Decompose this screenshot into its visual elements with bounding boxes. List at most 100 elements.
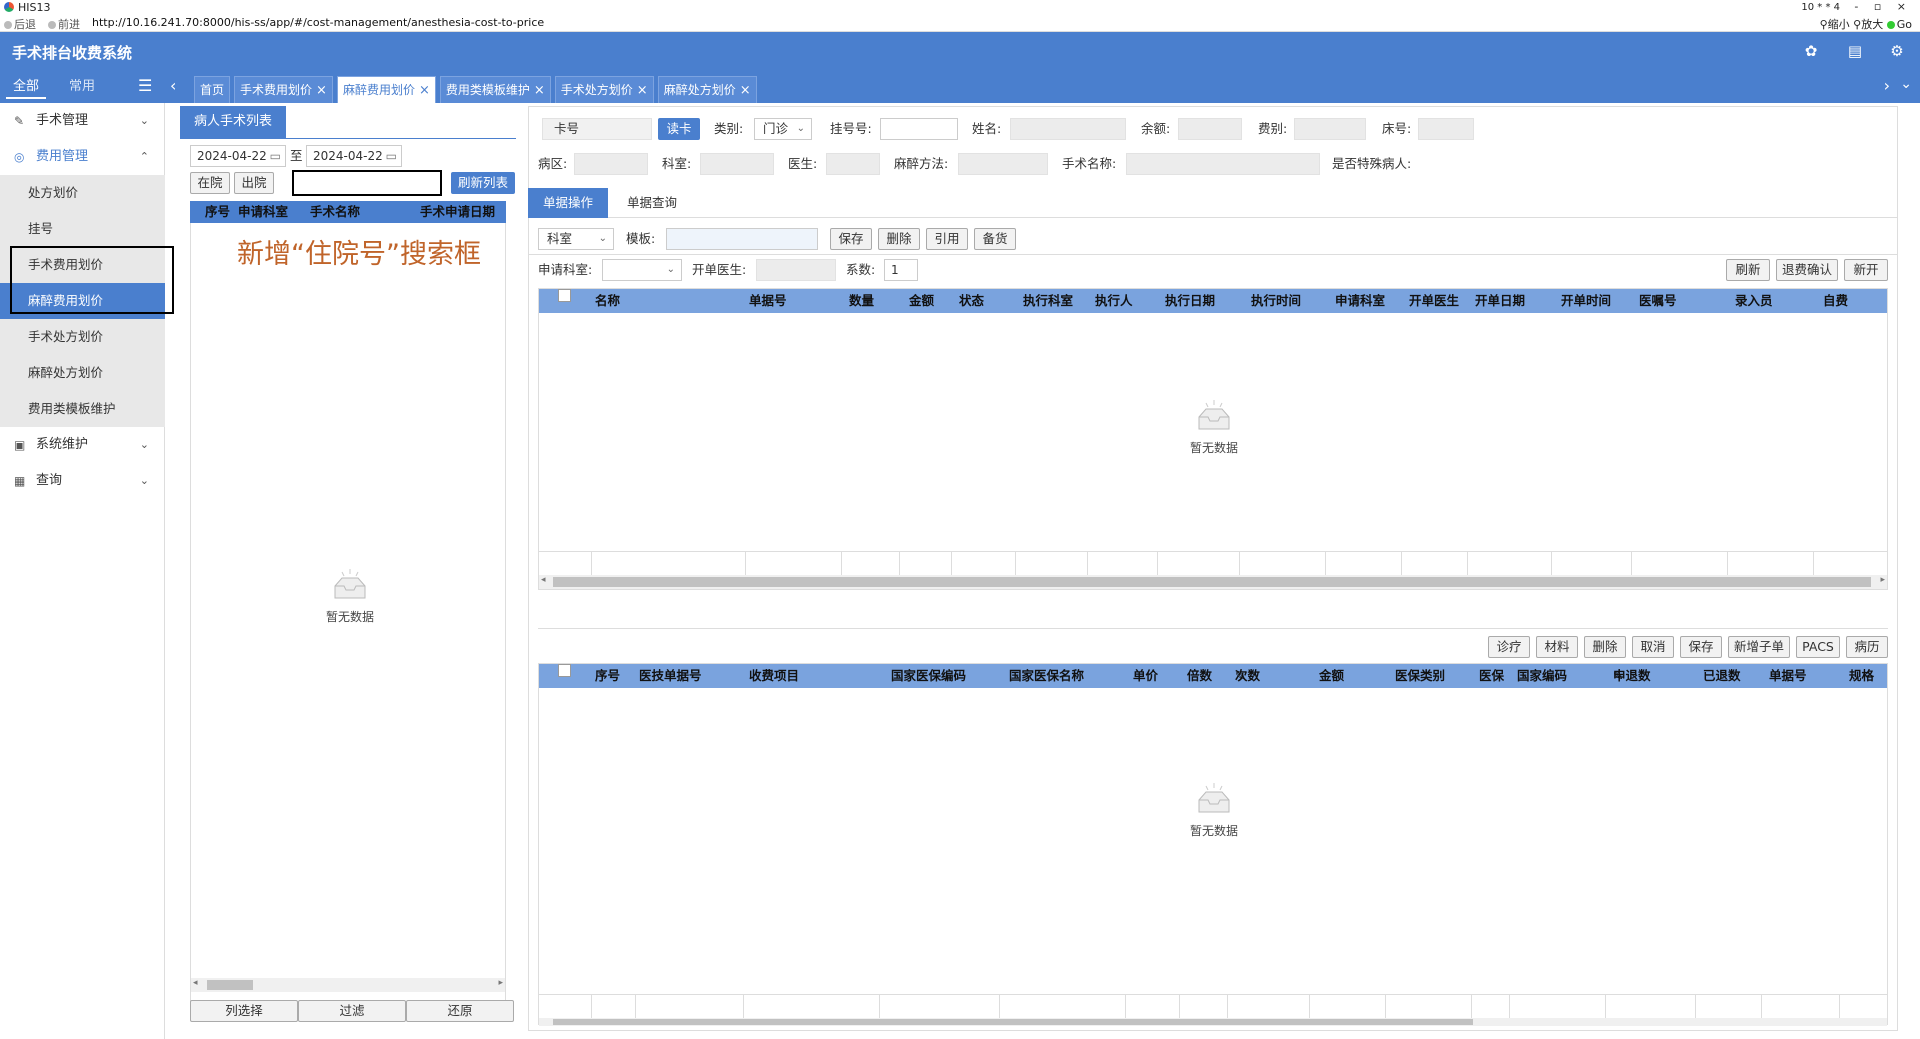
col-header: 数量 [849, 293, 875, 308]
inpatient-search-input[interactable] [292, 170, 442, 196]
date-from-input[interactable]: 2024-04-22 ▭ [190, 145, 286, 167]
patient-grid-scrollbar[interactable]: ◂ ▸ [191, 978, 505, 992]
ward-label: 病区: [538, 156, 568, 171]
sidebar-menu-query[interactable]: ▦ 查询 ⌄ [0, 463, 165, 499]
sidebar-item-prescription[interactable]: 处方划价 [0, 175, 165, 211]
charge-grid-scrollbar[interactable]: ◂ ▸ [539, 575, 1887, 589]
sidebar-item-registration[interactable]: 挂号 [0, 211, 165, 247]
stock-button[interactable]: 备货 [974, 228, 1016, 250]
patient-empty-state: 暂无数据 [300, 568, 400, 625]
col-header: 状态 [959, 293, 985, 308]
medical-record-button[interactable]: 病历 [1846, 636, 1888, 658]
menu-collapse-icon[interactable]: ☰ [138, 76, 152, 95]
registration-input[interactable] [880, 118, 958, 140]
filter-button[interactable]: 过滤 [298, 1000, 406, 1022]
quote-button[interactable]: 引用 [926, 228, 968, 250]
in-hospital-button[interactable]: 在院 [190, 172, 230, 194]
settings-icon[interactable]: ⚙ [1888, 42, 1906, 60]
close-icon[interactable]: × [316, 83, 327, 98]
scroll-right-icon[interactable]: ▸ [1880, 575, 1885, 585]
close-icon[interactable]: × [637, 83, 648, 98]
sidebar-item-surgery-prescription[interactable]: 手术处方划价 [0, 319, 165, 355]
detail-delete-button[interactable]: 删除 [1584, 636, 1626, 658]
page-tab[interactable]: 麻醉处方划价 × [657, 75, 757, 103]
new-button[interactable]: 新开 [1844, 259, 1888, 281]
detail-save-button[interactable]: 保存 [1680, 636, 1722, 658]
cancel-button[interactable]: 取消 [1632, 636, 1674, 658]
go-button[interactable]: Go [1886, 18, 1912, 31]
select-all-checkbox[interactable] [558, 664, 571, 677]
discharged-button[interactable]: 出院 [234, 172, 274, 194]
tab-scroll-left-icon[interactable]: ‹ [170, 76, 176, 95]
category-select[interactable]: 门诊 ⌄ [754, 118, 812, 140]
tab-document-operation[interactable]: 单据操作 [528, 188, 608, 218]
page-tab[interactable]: 麻醉费用划价 × [336, 75, 436, 103]
sidebar-tab-common[interactable]: 常用 [62, 74, 102, 99]
address-bar[interactable]: http://10.16.241.70:8000/his-ss/app/#/co… [92, 16, 544, 29]
patient-grid-header: 序号 申请科室 手术名称 手术申请日期 [190, 201, 506, 223]
chevron-down-icon: ⌄ [139, 438, 149, 451]
skin-icon[interactable]: ✿ [1802, 42, 1820, 60]
close-icon[interactable]: × [534, 83, 545, 98]
zoom-out-button[interactable]: ⚲缩小 [1820, 18, 1850, 31]
coefficient-label: 系数: [846, 262, 876, 277]
scroll-right-icon[interactable]: ▸ [498, 978, 503, 988]
page-tab[interactable]: 费用类模板维护 × [439, 75, 551, 103]
notice-icon[interactable]: ▤ [1846, 42, 1864, 60]
forward-button[interactable]: 前进 [48, 16, 80, 32]
close-icon[interactable]: × [740, 83, 751, 98]
coefficient-input[interactable]: 1 [884, 259, 918, 281]
scroll-thumb[interactable] [207, 980, 253, 990]
date-to-input[interactable]: 2024-04-22 ▭ [306, 145, 402, 167]
col-header: 名称 [595, 293, 621, 308]
sidebar-tab-all[interactable]: 全部 [6, 74, 46, 99]
restore-button[interactable]: 还原 [406, 1000, 514, 1022]
sidebar-item-anesthesia-prescription[interactable]: 麻醉处方划价 [0, 355, 165, 391]
tab-document-query[interactable]: 单据查询 [612, 188, 692, 218]
page-tab[interactable]: 手术费用划价 × [234, 75, 333, 103]
close-icon[interactable]: × [419, 83, 430, 98]
scroll-thumb[interactable] [553, 577, 1871, 587]
scroll-left-icon[interactable]: ◂ [541, 575, 546, 585]
refund-confirm-button[interactable]: 退费确认 [1776, 259, 1838, 281]
scroll-left-icon[interactable]: ◂ [193, 978, 198, 988]
panel-divider [180, 138, 516, 139]
tab-menu-icon[interactable]: ⌄ [1900, 76, 1912, 92]
col-header: 医技单据号 [639, 668, 702, 683]
scroll-thumb[interactable] [553, 1019, 1473, 1025]
apply-dept-select[interactable]: ⌄ [602, 259, 682, 281]
col-header: 国家医保编码 [891, 668, 967, 683]
col-header: 开单医生 [1409, 293, 1460, 308]
category-value: 门诊 [763, 121, 789, 136]
tab-scroll-right-icon[interactable]: › [1884, 76, 1890, 95]
sidebar-menu-surgery[interactable]: ✎ 手术管理 ⌄ [0, 103, 165, 139]
select-all-checkbox[interactable] [558, 289, 571, 302]
delete-button[interactable]: 删除 [878, 228, 920, 250]
page-tab[interactable]: 手术处方划价 × [554, 75, 654, 103]
detail-grid-scrollbar[interactable] [539, 1018, 1887, 1026]
zoom-in-button[interactable]: ⚲放大 [1853, 18, 1883, 31]
back-button[interactable]: 后退 [4, 16, 36, 32]
add-sub-order-button[interactable]: 新增子单 [1728, 636, 1790, 658]
refresh-button[interactable]: 刷新 [1726, 259, 1770, 281]
sidebar-menu-cost[interactable]: ◎ 费用管理 ⌃ [0, 139, 165, 175]
sidebar-menu-system[interactable]: ▣ 系统维护 ⌄ [0, 427, 165, 463]
window-controls[interactable]: - ▫ × [1854, 0, 1912, 13]
material-button[interactable]: 材料 [1536, 636, 1578, 658]
pacs-button[interactable]: PACS [1796, 636, 1840, 658]
col-header-label: 次数 [1235, 668, 1261, 683]
template-input[interactable] [666, 228, 818, 250]
page-tab[interactable]: 首页 [194, 75, 231, 103]
splitter[interactable] [538, 628, 1888, 629]
save-button[interactable]: 保存 [830, 228, 872, 250]
col-header: 规格 [1849, 668, 1875, 683]
column-select-button[interactable]: 列选择 [190, 1000, 298, 1022]
anesthesia-label: 麻醉方法: [894, 156, 949, 171]
treatment-button[interactable]: 诊疗 [1488, 636, 1530, 658]
dept-select[interactable]: 科室 ⌄ [538, 228, 614, 250]
charge-empty-state: 暂无数据 [1164, 399, 1264, 456]
read-card-button[interactable]: 读卡 [658, 118, 700, 140]
refresh-list-button[interactable]: 刷新列表 [451, 172, 515, 194]
page-tab-label: 麻醉费用划价 [342, 82, 415, 97]
sidebar-item-template[interactable]: 费用类模板维护 [0, 391, 165, 427]
